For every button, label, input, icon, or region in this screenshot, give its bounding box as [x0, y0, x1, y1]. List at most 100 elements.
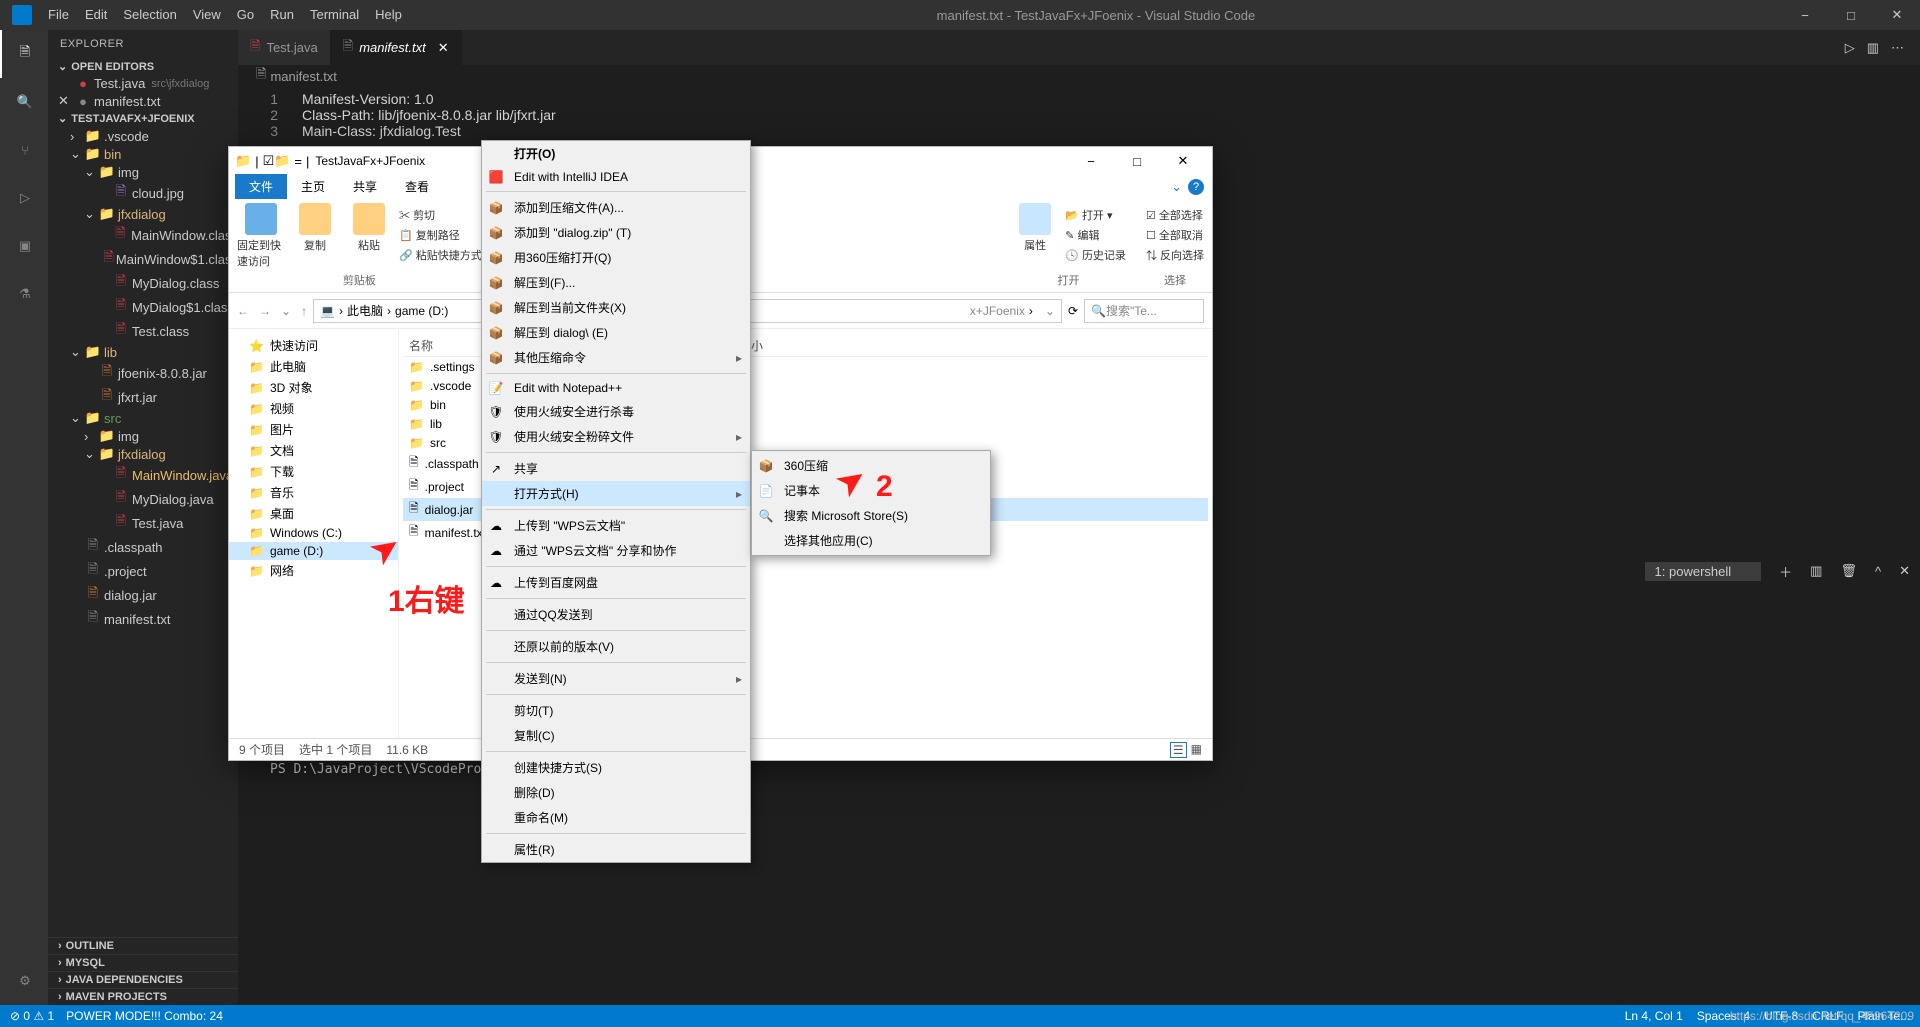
paste-shortcut-button[interactable]: 🔗 粘贴快捷方式: [399, 247, 482, 263]
nav-pane-item[interactable]: ⭐快速访问: [229, 335, 398, 356]
file-item[interactable]: 🗎MainWindow$1.class: [48, 247, 238, 271]
submenu-item[interactable]: 📦360压缩: [752, 453, 990, 478]
context-menu-item[interactable]: ↗共享: [482, 456, 750, 481]
more-actions-icon[interactable]: ⋯: [1891, 40, 1904, 56]
context-menu-item[interactable]: 📦添加到 "dialog.zip" (T): [482, 220, 750, 245]
context-menu-item[interactable]: 📦其他压缩命令▸: [482, 345, 750, 370]
folder-item[interactable]: ⌄📁src: [48, 409, 238, 427]
context-menu-item[interactable]: 重命名(M): [482, 805, 750, 830]
terminal-shell-select[interactable]: 1: powershell: [1645, 562, 1762, 581]
menu-run[interactable]: Run: [262, 0, 302, 30]
ribbon-tab[interactable]: 共享: [339, 174, 391, 199]
ribbon-tab[interactable]: 主页: [287, 174, 339, 199]
folder-item[interactable]: ⌄📁lib: [48, 343, 238, 361]
nav-pane-item[interactable]: 📁game (D:): [229, 542, 398, 560]
select-all-button[interactable]: ☑ 全部选择: [1146, 207, 1204, 223]
context-menu-item[interactable]: 📦添加到压缩文件(A)...: [482, 195, 750, 220]
search-activity-icon[interactable]: 🔍: [0, 78, 48, 126]
forward-button[interactable]: →: [259, 304, 271, 318]
back-button[interactable]: ←: [237, 304, 249, 318]
folder-item[interactable]: ⌄📁jfxdialog: [48, 445, 238, 463]
breadcrumb[interactable]: 🗎 manifest.txt: [238, 65, 1920, 87]
open-button[interactable]: 📂 打开 ▾: [1065, 207, 1126, 223]
ribbon-tab[interactable]: 查看: [391, 174, 443, 199]
context-menu-item[interactable]: 🛡使用火绒安全进行杀毒: [482, 399, 750, 424]
file-item[interactable]: 🗎Test.class: [48, 319, 238, 343]
file-item[interactable]: 🗎MainWindow.class: [48, 223, 238, 247]
menu-edit[interactable]: Edit: [77, 0, 115, 30]
context-menu-item[interactable]: 📦用360压缩打开(Q): [482, 245, 750, 270]
menu-terminal[interactable]: Terminal: [302, 0, 367, 30]
context-menu-item[interactable]: 📦解压到 dialog\ (E): [482, 320, 750, 345]
context-menu-item[interactable]: ☁上传到 "WPS云文档": [482, 513, 750, 538]
explorer-maximize-button[interactable]: □: [1114, 147, 1160, 175]
menu-selection[interactable]: Selection: [115, 0, 184, 30]
edit-button[interactable]: ✎ 编辑: [1065, 227, 1126, 243]
context-menu-item[interactable]: 打开(O): [482, 141, 750, 166]
copy-path-button[interactable]: 📋 复制路径: [399, 227, 482, 243]
nav-pane-item[interactable]: 📁图片: [229, 419, 398, 440]
pin-to-quick-access[interactable]: 固定到快速访问: [237, 203, 285, 269]
section-outline[interactable]: ›OUTLINE: [48, 937, 238, 954]
checkmark-icon[interactable]: ☑: [263, 153, 275, 169]
maximize-terminal-icon[interactable]: ^: [1875, 564, 1881, 579]
kill-terminal-icon[interactable]: 🗑: [1840, 563, 1857, 579]
invert-selection-button[interactable]: ⇅ 反向选择: [1146, 247, 1204, 263]
context-menu-item[interactable]: 创建快捷方式(S): [482, 755, 750, 780]
file-item[interactable]: 🗎MainWindow.java: [48, 463, 238, 487]
split-terminal-icon[interactable]: ▥: [1810, 563, 1822, 579]
menu-view[interactable]: View: [185, 0, 229, 30]
tab-manifest-txt[interactable]: 🗎manifest.txt✕: [331, 30, 462, 65]
nav-pane-item[interactable]: 📁网络: [229, 560, 398, 581]
paste-button[interactable]: 粘贴: [345, 203, 393, 269]
context-menu-item[interactable]: 剪切(T): [482, 698, 750, 723]
file-item[interactable]: 🗎jfxrt.jar: [48, 385, 238, 409]
folder-item[interactable]: ⌄📁jfxdialog: [48, 205, 238, 223]
debug-activity-icon[interactable]: ▷: [0, 174, 48, 222]
menu-file[interactable]: File: [40, 0, 77, 30]
section-mysql[interactable]: ›MYSQL: [48, 954, 238, 971]
minimize-button[interactable]: −: [1782, 0, 1828, 30]
close-button[interactable]: ✕: [1874, 0, 1920, 30]
nav-pane-item[interactable]: 📁音乐: [229, 482, 398, 503]
file-item[interactable]: 🗎Test.java: [48, 511, 238, 535]
submenu-item[interactable]: 🔍搜索 Microsoft Store(S): [752, 503, 990, 528]
select-none-button[interactable]: ☐ 全部取消: [1146, 227, 1204, 243]
nav-pane-item[interactable]: 📁桌面: [229, 503, 398, 524]
explorer-minimize-button[interactable]: −: [1068, 147, 1114, 175]
context-menu-item[interactable]: ☁通过 "WPS云文档" 分享和协作: [482, 538, 750, 563]
folder-item[interactable]: ⌄📁bin: [48, 145, 238, 163]
nav-pane-item[interactable]: 📁文档: [229, 440, 398, 461]
context-menu-item[interactable]: 📝Edit with Notepad++: [482, 377, 750, 399]
file-item[interactable]: 🗎.classpath: [48, 535, 238, 559]
cut-button[interactable]: ✂ 剪切: [399, 207, 482, 223]
help-icon[interactable]: ?: [1188, 179, 1204, 195]
context-menu-item[interactable]: 📦解压到(F)...: [482, 270, 750, 295]
scm-activity-icon[interactable]: ⑂: [0, 126, 48, 174]
details-view-icon[interactable]: ☰: [1170, 742, 1187, 758]
folder-item[interactable]: ›📁.vscode: [48, 127, 238, 145]
copy-button[interactable]: 复制: [291, 203, 339, 269]
file-item[interactable]: 🗎.project: [48, 559, 238, 583]
history-button[interactable]: 🕓 历史记录: [1065, 247, 1126, 263]
statusbar-item[interactable]: ⊘ 0 ⚠ 1: [10, 1009, 54, 1023]
section-java-dependencies[interactable]: ›JAVA DEPENDENCIES: [48, 971, 238, 988]
nav-pane-item[interactable]: 📁此电脑: [229, 356, 398, 377]
context-menu-item[interactable]: 🛡使用火绒安全粉碎文件▸: [482, 424, 750, 449]
tab-Test-java[interactable]: 🗎Test.java: [238, 30, 331, 65]
recent-button[interactable]: ⌄: [281, 304, 291, 318]
folder-item[interactable]: ⌄📁img: [48, 163, 238, 181]
file-item[interactable]: 🗎cloud.jpg: [48, 181, 238, 205]
context-menu-item[interactable]: 📦解压到当前文件夹(X): [482, 295, 750, 320]
context-menu-item[interactable]: 属性(R): [482, 837, 750, 862]
nav-pane-item[interactable]: 📁视频: [229, 398, 398, 419]
context-menu-item[interactable]: 打开方式(H)▸: [482, 481, 750, 506]
extensions-activity-icon[interactable]: ▣: [0, 222, 48, 270]
statusbar-item[interactable]: POWER MODE!!! Combo: 24: [66, 1009, 223, 1023]
folder-item[interactable]: ›📁img: [48, 427, 238, 445]
menu-help[interactable]: Help: [367, 0, 410, 30]
file-item[interactable]: 🗎MyDialog.java: [48, 487, 238, 511]
context-menu-item[interactable]: 复制(C): [482, 723, 750, 748]
context-menu-item[interactable]: 通过QQ发送到: [482, 602, 750, 627]
open-editor-item[interactable]: ●Test.java src\jfxdialog: [48, 75, 238, 92]
